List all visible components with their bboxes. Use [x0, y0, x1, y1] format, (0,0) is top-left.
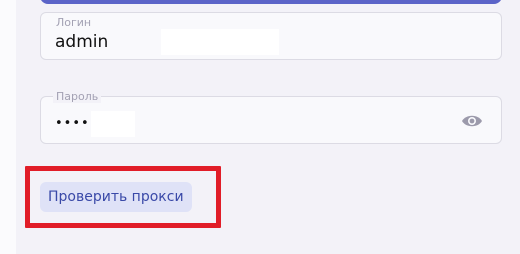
previous-field-accent	[40, 0, 502, 4]
check-proxy-button[interactable]: Проверить прокси	[40, 182, 192, 212]
eye-icon[interactable]	[461, 113, 483, 129]
login-label: Логин	[56, 16, 92, 29]
login-value[interactable]: admin	[55, 32, 108, 52]
side-panel-edge	[0, 0, 16, 254]
password-label: Пароль	[53, 90, 102, 103]
proxy-settings-form: Логин admin Пароль •••••• Проверить прок…	[0, 0, 520, 254]
redacted-area	[161, 29, 279, 55]
password-field[interactable]: Пароль ••••••	[40, 90, 502, 144]
login-field[interactable]: Логин admin	[40, 12, 502, 60]
redacted-area	[91, 111, 135, 137]
